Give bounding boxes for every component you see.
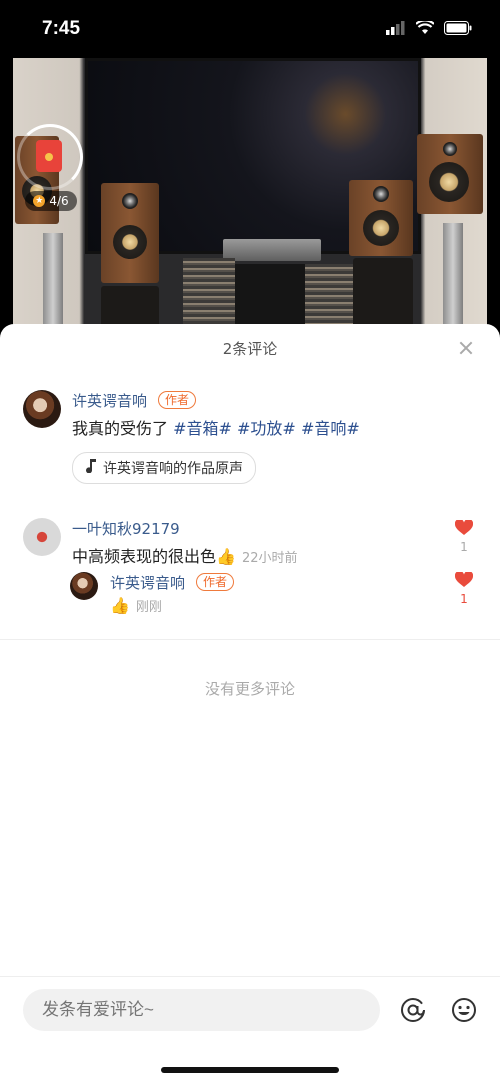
battery-icon (444, 20, 472, 39)
cd-player (235, 264, 305, 328)
close-icon[interactable] (456, 338, 476, 358)
status-bar: 7:45 (0, 0, 500, 58)
avatar[interactable] (23, 518, 61, 556)
speaker (101, 183, 159, 283)
home-indicator[interactable] (161, 1067, 339, 1073)
author-tag: 作者 (196, 573, 235, 591)
divider (0, 639, 500, 640)
no-more-comments: 没有更多评论 (204, 680, 295, 698)
red-packet-progress-text: 4/6 (49, 194, 69, 208)
avatar[interactable] (23, 390, 61, 428)
avatar[interactable] (70, 572, 98, 600)
sheet-header: 2条评论 (0, 324, 500, 374)
comment-username[interactable]: 一叶知秋92179 (72, 518, 180, 539)
comment-text[interactable]: 我真的受伤了 #音箱# #功放# #音响# (72, 415, 360, 439)
comment-body: 中高频表现的很出色👍 (72, 547, 236, 566)
sound-chip-label: 许英谔音响的作品原声 (103, 461, 243, 477)
comment-item: 许英谔音响 作者 我真的受伤了 #音箱# #功放# #音响# 许英谔音响的作品原… (0, 386, 500, 496)
hashtag[interactable]: #音响# (301, 419, 360, 438)
reply-time: 刚刚 (135, 600, 162, 615)
like-count: 1 (460, 592, 468, 606)
comment-count-title: 2条评论 (222, 340, 278, 358)
music-note-icon (85, 459, 97, 477)
wifi-icon (415, 19, 435, 39)
heart-icon (455, 520, 473, 536)
comment-username[interactable]: 许英谔音响 (72, 390, 147, 411)
reply-body: 👍 (110, 596, 130, 615)
reply-item: 许英谔音响 作者 👍 刚刚 1 (0, 570, 500, 626)
original-sound-chip[interactable]: 许英谔音响的作品原声 (72, 452, 256, 484)
red-envelope-icon (36, 140, 62, 172)
comment-input[interactable] (23, 989, 380, 1031)
like-button[interactable]: 1 (455, 572, 473, 606)
hashtag[interactable]: #音箱# (173, 419, 232, 438)
like-count: 1 (460, 540, 468, 554)
signal-icon (386, 20, 406, 39)
status-icons (386, 19, 472, 39)
red-packet-widget[interactable] (17, 124, 83, 190)
reply-username[interactable]: 许英谔音响 (110, 572, 185, 593)
emoji-icon[interactable] (451, 997, 477, 1023)
speaker (349, 180, 413, 256)
speaker (417, 134, 483, 214)
comment-time: 22小时前 (241, 551, 298, 566)
at-mention-icon[interactable] (400, 997, 426, 1023)
cd-stack (183, 258, 235, 328)
author-tag: 作者 (158, 391, 197, 409)
comment-sheet: 2条评论 许英谔音响 作者 我真的受伤了 #音箱# #功放# #音响# 许英谔音… (0, 324, 500, 1082)
comment-item: 一叶知秋92179 中高频表现的很出色👍 22小时前 1 许英谔音响 作者 👍 刚刚… (0, 516, 500, 626)
comment-body: 我真的受伤了 (72, 419, 174, 438)
like-button[interactable]: 1 (455, 520, 473, 554)
comment-input-bar (0, 976, 500, 1083)
video-player[interactable] (13, 58, 487, 338)
hashtag[interactable]: #功放# (237, 419, 296, 438)
speaker-stand (443, 223, 463, 338)
speaker-stand (43, 233, 63, 338)
cd-stack (305, 264, 353, 326)
amplifier (223, 239, 321, 261)
heart-icon (455, 572, 473, 588)
coin-icon: ★ (33, 195, 46, 207)
comment-text[interactable]: 中高频表现的很出色👍 22小时前 (72, 543, 297, 567)
status-time: 7:45 (42, 18, 81, 39)
reply-text[interactable]: 👍 刚刚 (110, 596, 162, 615)
red-packet-progress: ★ 4/6 (25, 191, 77, 211)
